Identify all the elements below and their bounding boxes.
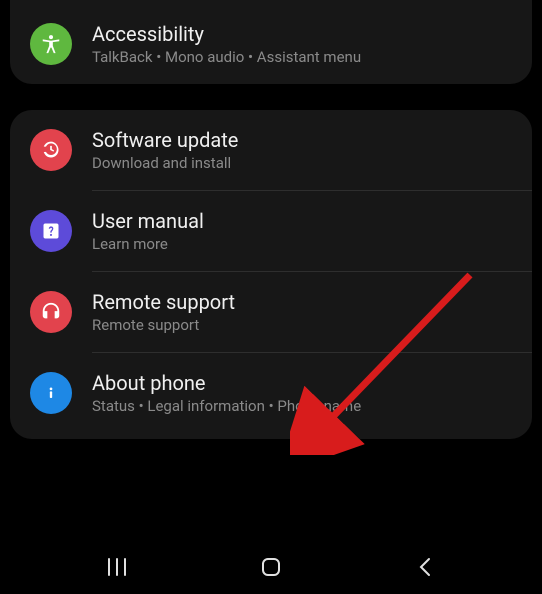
recents-button[interactable]: [87, 547, 147, 587]
settings-group-1: Accessibility TalkBack • Mono audio • As…: [10, 0, 532, 84]
settings-group-2: Software update Download and install Use…: [10, 110, 532, 439]
home-button[interactable]: [241, 547, 301, 587]
item-title: Software update: [92, 128, 512, 152]
item-title: User manual: [92, 209, 512, 233]
software-update-icon: [30, 129, 72, 171]
item-text: Accessibility TalkBack • Mono audio • As…: [92, 22, 512, 66]
back-button[interactable]: [395, 547, 455, 587]
about-phone-icon: [30, 372, 72, 414]
item-subtitle: Download and install: [92, 154, 512, 172]
item-text: About phone Status • Legal information •…: [92, 371, 512, 415]
settings-item-user-manual[interactable]: User manual Learn more: [10, 191, 532, 271]
item-text: User manual Learn more: [92, 209, 512, 253]
item-subtitle: TalkBack • Mono audio • Assistant menu: [92, 48, 512, 66]
settings-item-software-update[interactable]: Software update Download and install: [10, 110, 532, 190]
remote-support-icon: [30, 291, 72, 333]
item-subtitle: Status • Legal information • Phone name: [92, 397, 512, 415]
settings-item-about-phone[interactable]: About phone Status • Legal information •…: [10, 353, 532, 433]
settings-item-remote-support[interactable]: Remote support Remote support: [10, 272, 532, 352]
item-title: Accessibility: [92, 22, 512, 46]
item-title: About phone: [92, 371, 512, 395]
item-title: Remote support: [92, 290, 512, 314]
item-subtitle: Remote support: [92, 316, 512, 334]
item-text: Remote support Remote support: [92, 290, 512, 334]
accessibility-icon: [30, 23, 72, 65]
settings-item-accessibility[interactable]: Accessibility TalkBack • Mono audio • As…: [10, 4, 532, 84]
item-subtitle: Learn more: [92, 235, 512, 253]
item-text: Software update Download and install: [92, 128, 512, 172]
user-manual-icon: [30, 210, 72, 252]
navigation-bar: [0, 540, 542, 594]
